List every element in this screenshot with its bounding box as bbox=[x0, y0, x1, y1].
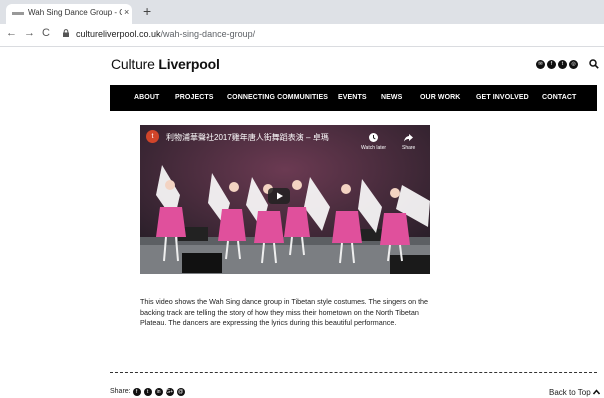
section-divider bbox=[110, 372, 597, 373]
article-caption: This video shows the Wah Sing dance grou… bbox=[140, 297, 429, 327]
email-icon[interactable]: @ bbox=[176, 388, 185, 396]
url-path: /wah-sing-dance-group/ bbox=[160, 29, 256, 39]
channel-avatar[interactable]: t bbox=[146, 130, 159, 143]
nav-contact[interactable]: CONTACT bbox=[542, 94, 576, 101]
twitter-icon[interactable]: t bbox=[143, 388, 152, 396]
share-arrow-icon bbox=[404, 134, 414, 142]
email-icon[interactable]: ✉ bbox=[536, 60, 545, 69]
search-icon[interactable] bbox=[589, 59, 599, 69]
lock-icon bbox=[63, 29, 69, 37]
share-bar: Share: f t in G+ @ bbox=[110, 388, 186, 396]
url-host: cultureliverpool.co.uk bbox=[76, 29, 161, 39]
play-icon[interactable] bbox=[268, 188, 290, 204]
chevron-up-icon bbox=[592, 389, 600, 395]
back-to-top-link[interactable]: Back to Top bbox=[549, 388, 600, 397]
url-text: cultureliverpool.co.uk/wah-sing-dance-gr… bbox=[76, 29, 255, 39]
site-favicon-icon bbox=[12, 12, 24, 15]
logo-bold-text: Liverpool bbox=[158, 56, 220, 72]
forward-button[interactable]: → bbox=[24, 27, 35, 39]
video-title[interactable]: 利物浦華聲社2017雞年唐人街舞蹈表演 – 卓瑪 bbox=[166, 132, 329, 143]
watch-later-label: Watch later bbox=[361, 145, 387, 151]
reload-button[interactable]: C bbox=[42, 27, 50, 39]
instagram-icon[interactable]: ◎ bbox=[569, 60, 578, 69]
share-label: Share: bbox=[110, 388, 131, 395]
twitter-icon[interactable]: t bbox=[558, 60, 567, 69]
tab-close-icon[interactable]: × bbox=[124, 7, 129, 17]
nav-connecting-communities[interactable]: CONNECTING COMMUNITIES bbox=[227, 94, 328, 101]
watch-later-button[interactable]: Watch later bbox=[361, 132, 386, 151]
tab-title: Wah Sing Dance Group - Cultu bbox=[28, 8, 122, 17]
logo-light-text: Culture bbox=[111, 56, 159, 72]
nav-get-involved[interactable]: GET INVOLVED bbox=[476, 94, 529, 101]
site-logo[interactable]: Culture Liverpool bbox=[111, 56, 220, 72]
back-button[interactable]: ← bbox=[6, 27, 17, 39]
share-video-label: Share bbox=[402, 145, 416, 151]
share-video-button[interactable]: Share bbox=[402, 132, 415, 151]
browser-toolbar: ← → C cultureliverpool.co.uk/wah-sing-da… bbox=[0, 24, 604, 47]
back-to-top-label: Back to Top bbox=[549, 388, 591, 397]
header-social-links: ✉ f t ◎ bbox=[536, 60, 580, 70]
facebook-icon[interactable]: f bbox=[547, 60, 556, 69]
browser-tab-strip: Wah Sing Dance Group - Cultu × + bbox=[0, 0, 604, 24]
main-nav: ABOUT PROJECTS CONNECTING COMMUNITIES EV… bbox=[110, 85, 597, 111]
address-bar[interactable]: cultureliverpool.co.uk/wah-sing-dance-gr… bbox=[58, 27, 604, 43]
nav-about[interactable]: ABOUT bbox=[134, 94, 159, 101]
google-plus-icon[interactable]: G+ bbox=[165, 388, 174, 396]
clock-icon bbox=[369, 133, 379, 142]
browser-tab[interactable]: Wah Sing Dance Group - Cultu × bbox=[6, 4, 132, 24]
new-tab-button[interactable]: + bbox=[143, 3, 151, 19]
nav-events[interactable]: EVENTS bbox=[338, 94, 367, 101]
nav-news[interactable]: NEWS bbox=[381, 94, 402, 101]
linkedin-icon[interactable]: in bbox=[154, 388, 163, 396]
facebook-icon[interactable]: f bbox=[132, 388, 141, 396]
nav-our-work[interactable]: OUR WORK bbox=[420, 94, 460, 101]
nav-projects[interactable]: PROJECTS bbox=[175, 94, 214, 101]
